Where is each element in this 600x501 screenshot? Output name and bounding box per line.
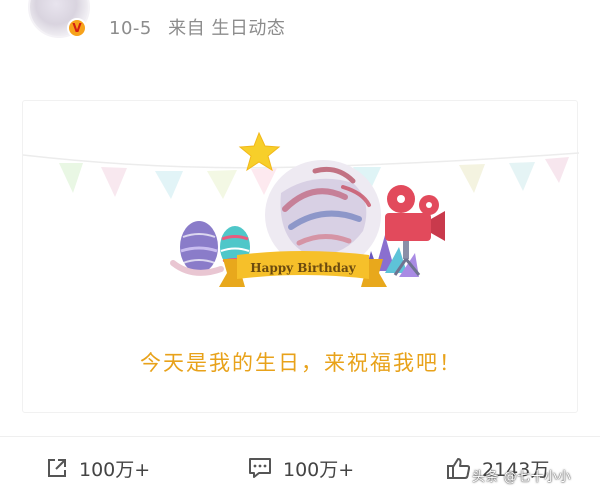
birthday-illustration: Happy Birthday: [23, 131, 579, 287]
post-source[interactable]: 来自 生日动态: [168, 18, 285, 39]
comment-icon: [249, 458, 271, 478]
weibo-post: V 10-5 来自 生日动态 Happy Birthday 今天是我的生日，来祝…: [0, 0, 600, 501]
pennant-flag: [545, 157, 569, 183]
star-icon: [238, 131, 281, 172]
easter-egg-purple: [180, 221, 218, 273]
thumbs-up-icon: [447, 458, 471, 479]
comment-count: 100万+: [283, 458, 355, 481]
verified-mark: V: [72, 21, 82, 35]
share-count: 100万+: [79, 458, 151, 481]
pennant-flag: [459, 164, 485, 193]
birthday-card[interactable]: Happy Birthday 今天是我的生日，来祝福我吧！: [22, 100, 579, 413]
ribbon-text: Happy Birthday: [250, 261, 357, 275]
post-date: 10-5: [109, 18, 152, 39]
share-icon: [48, 459, 66, 477]
post-header: V 10-5 来自 生日动态: [0, 0, 600, 52]
birthday-wish-text: 今天是我的生日，来祝福我吧！: [140, 351, 462, 375]
verified-badge-icon: V: [67, 18, 87, 38]
pennant-flag: [101, 167, 127, 197]
pennant-flag: [59, 163, 83, 193]
share-button[interactable]: 100万+: [45, 455, 150, 481]
pennant-flag: [155, 171, 183, 199]
post-meta: 10-5 来自 生日动态: [109, 14, 285, 40]
comment-button[interactable]: 100万+: [247, 455, 354, 481]
pennant-flag: [509, 162, 535, 191]
pennant-flag: [207, 170, 237, 199]
watermark: 头条 @七十小小: [472, 470, 572, 485]
